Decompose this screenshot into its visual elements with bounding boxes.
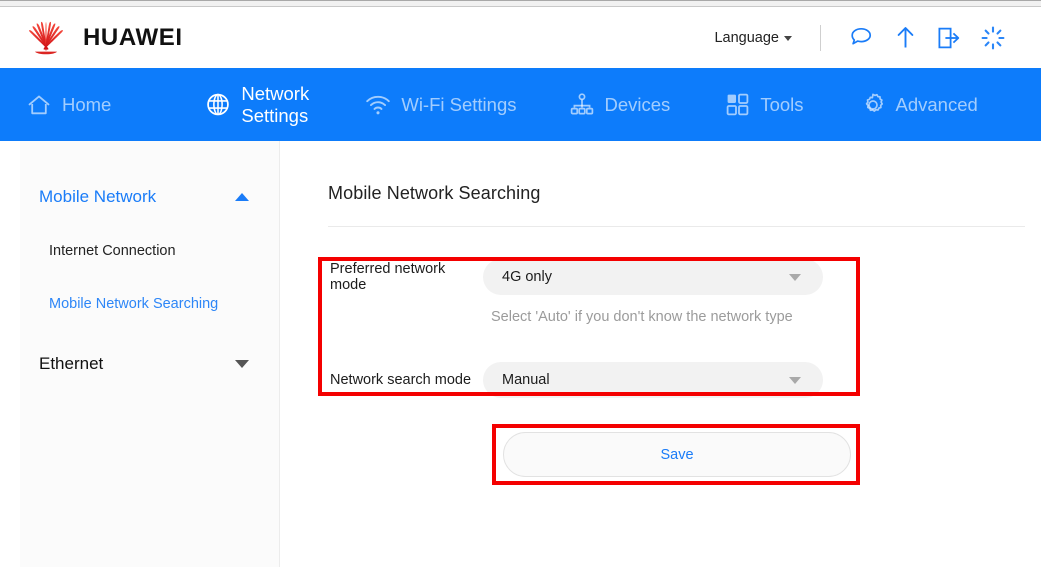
preferred-network-mode-select[interactable]: 4G only (483, 259, 823, 295)
sidebar-group-ethernet[interactable]: Ethernet (20, 342, 279, 386)
nav-item-label: Advanced (895, 93, 978, 115)
preferred-network-mode-hint: Select 'Auto' if you don't know the netw… (491, 309, 793, 325)
preferred-network-mode-value: 4G only (502, 269, 552, 285)
sidebar-group-label: Ethernet (39, 354, 104, 373)
chevron-up-icon (235, 193, 249, 201)
sidebar-item-label: Mobile Network Searching (49, 296, 219, 312)
sidebar-item-internet-connection[interactable]: Internet Connection (20, 231, 279, 271)
main-navigation: Home Network Settings Wi-Fi Settings Dev… (0, 68, 1041, 141)
nav-item-label: Wi-Fi Settings (401, 93, 517, 115)
header-divider (820, 24, 821, 51)
page-title: Mobile Network Searching (328, 183, 541, 203)
nav-item-label: Devices (604, 93, 671, 115)
brand: HUAWEI (18, 19, 183, 57)
preferred-network-mode-hint-row: Select 'Auto' if you don't know the netw… (293, 297, 1041, 337)
main-content: Mobile Network Searching Preferred netwo… (281, 141, 1041, 567)
language-selector[interactable]: Language (708, 26, 798, 50)
sms-icon[interactable] (839, 18, 883, 58)
header-actions: Language (708, 18, 1015, 58)
network-search-mode-select[interactable]: Manual (483, 362, 823, 398)
logout-icon[interactable] (927, 18, 971, 58)
sidebar-item-mobile-network-searching[interactable]: Mobile Network Searching (20, 284, 279, 324)
caret-down-icon (789, 273, 801, 281)
nav-item-advanced[interactable]: Advanced (856, 68, 982, 141)
sidebar-group-label: Mobile Network (39, 187, 157, 206)
page-header: HUAWEI Language (0, 7, 1041, 68)
huawei-flower-logo (18, 19, 74, 57)
caret-down-icon (789, 376, 801, 384)
save-button-wrap: Save (503, 432, 851, 477)
nav-item-network-settings[interactable]: Network Settings (201, 68, 317, 141)
preferred-network-mode-label: Preferred network mode (330, 261, 446, 293)
nav-item-wifi-settings[interactable]: Wi-Fi Settings (361, 68, 520, 141)
nav-item-label: Home (62, 93, 112, 115)
reboot-icon[interactable] (971, 18, 1015, 58)
sidebar: Mobile Network Internet Connection Mobil… (20, 141, 280, 567)
form-row-network-search-mode: Network search mode Manual (293, 360, 1041, 400)
sidebar-group-mobile-network[interactable]: Mobile Network (20, 175, 279, 219)
nav-item-label: Network Settings (241, 82, 310, 126)
network-search-mode-value: Manual (502, 372, 550, 388)
nav-item-label: Tools (760, 93, 804, 115)
save-button[interactable]: Save (503, 432, 851, 477)
home-icon (26, 92, 52, 118)
brand-name: HUAWEI (83, 23, 183, 51)
sidebar-item-label: Internet Connection (49, 243, 176, 259)
title-divider (328, 226, 1025, 227)
update-icon[interactable] (883, 18, 927, 58)
language-label: Language (714, 29, 779, 46)
grid-icon (724, 92, 750, 118)
wifi-icon (365, 92, 391, 118)
devices-icon (569, 92, 595, 118)
chevron-down-icon (235, 360, 249, 368)
gear-icon (860, 92, 886, 118)
globe-icon (205, 92, 231, 118)
form-row-preferred-network-mode: Preferred network mode 4G only (293, 257, 1041, 297)
nav-item-tools[interactable]: Tools (720, 68, 807, 141)
nav-item-home[interactable]: Home (22, 68, 115, 141)
settings-form: Preferred network mode 4G only Select 'A… (293, 257, 1041, 400)
nav-item-devices[interactable]: Devices (565, 68, 675, 141)
caret-down-icon (784, 36, 792, 41)
browser-toolbar-edge (0, 0, 1041, 7)
network-search-mode-label: Network search mode (330, 372, 472, 388)
